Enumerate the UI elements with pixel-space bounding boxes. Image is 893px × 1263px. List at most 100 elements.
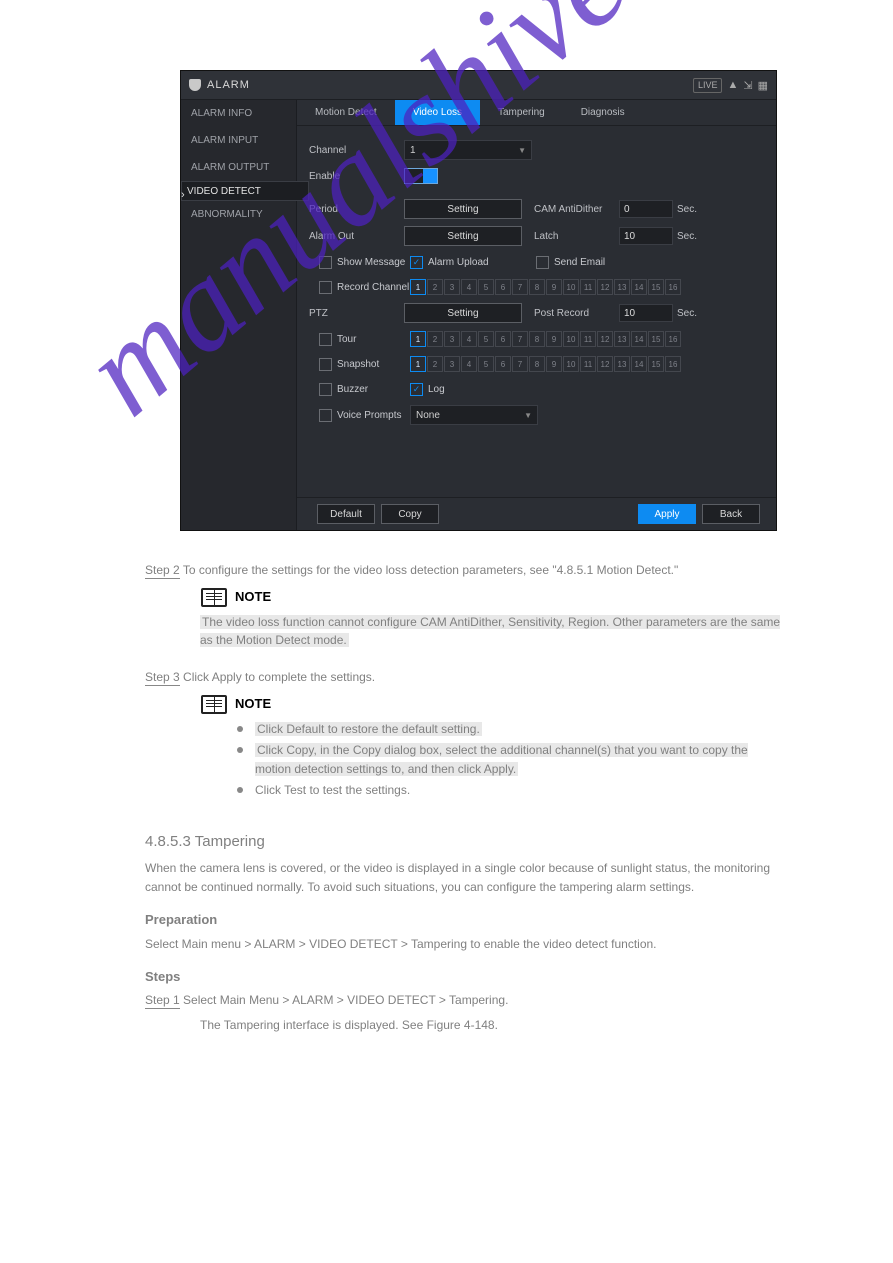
channel-cell-9[interactable]: 9: [546, 331, 562, 347]
post-record-input[interactable]: 10: [619, 304, 673, 322]
channel-cell-13[interactable]: 13: [614, 279, 630, 295]
channel-cell-12[interactable]: 12: [597, 356, 613, 372]
channel-cell-3[interactable]: 3: [444, 279, 460, 295]
back-button[interactable]: Back: [702, 504, 760, 524]
channel-cell-4[interactable]: 4: [461, 356, 477, 372]
channel-cell-3[interactable]: 3: [444, 331, 460, 347]
channel-cell-5[interactable]: 5: [478, 331, 494, 347]
snapshot-checkbox[interactable]: [319, 358, 332, 371]
label-latch: Latch: [534, 231, 619, 242]
tour-channel-grid[interactable]: 12345678910111213141516: [410, 331, 681, 347]
step-1: Step 1 Select Main Menu > ALARM > VIDEO …: [145, 991, 785, 1010]
cam-antidither-input[interactable]: 0: [619, 200, 673, 218]
channel-cell-5[interactable]: 5: [478, 356, 494, 372]
channel-cell-3[interactable]: 3: [444, 356, 460, 372]
channel-cell-15[interactable]: 15: [648, 331, 664, 347]
tab-video-loss[interactable]: Video Loss: [395, 100, 480, 125]
channel-cell-7[interactable]: 7: [512, 331, 528, 347]
alarm-upload-checkbox[interactable]: [410, 256, 423, 269]
buzzer-checkbox[interactable]: [319, 383, 332, 396]
channel-cell-13[interactable]: 13: [614, 356, 630, 372]
channel-select[interactable]: 1 ▼: [404, 140, 532, 160]
label-ptz: PTZ: [309, 308, 404, 319]
unit-sec-2: Sec.: [677, 231, 697, 242]
tab-motion-detect[interactable]: Motion Detect: [297, 100, 395, 125]
tour-checkbox[interactable]: [319, 333, 332, 346]
note-2-bullets: Click Default to restore the default set…: [237, 720, 785, 800]
channel-cell-12[interactable]: 12: [597, 279, 613, 295]
unit-sec-1: Sec.: [677, 204, 697, 215]
book-icon: [201, 588, 227, 607]
ptz-setting-button[interactable]: Setting: [404, 303, 522, 323]
sidebar-item-alarm-input[interactable]: ALARM INPUT: [181, 127, 296, 154]
channel-cell-4[interactable]: 4: [461, 279, 477, 295]
channel-cell-2[interactable]: 2: [427, 331, 443, 347]
channel-cell-1[interactable]: 1: [410, 331, 426, 347]
channel-cell-11[interactable]: 11: [580, 356, 596, 372]
sidebar-item-abnormality[interactable]: ABNORMALITY: [181, 201, 296, 228]
channel-cell-14[interactable]: 14: [631, 356, 647, 372]
period-setting-button[interactable]: Setting: [404, 199, 522, 219]
channel-cell-15[interactable]: 15: [648, 279, 664, 295]
sidebar-item-alarm-output[interactable]: ALARM OUTPUT: [181, 154, 296, 181]
channel-cell-16[interactable]: 16: [665, 279, 681, 295]
label-cam-antidither: CAM AntiDither: [534, 204, 619, 215]
channel-cell-7[interactable]: 7: [512, 356, 528, 372]
channel-cell-8[interactable]: 8: [529, 331, 545, 347]
footer-buttons: Default Copy Apply Back: [297, 497, 776, 530]
label-send-email: Send Email: [554, 257, 605, 268]
channel-cell-14[interactable]: 14: [631, 279, 647, 295]
apply-button[interactable]: Apply: [638, 504, 696, 524]
channel-cell-9[interactable]: 9: [546, 279, 562, 295]
voice-prompts-select[interactable]: None ▼: [410, 405, 538, 425]
alarm-window: ALARM LIVE ▲ ⇲ ▦ ALARM INFO ALARM INPUT …: [180, 70, 777, 531]
channel-cell-1[interactable]: 1: [410, 356, 426, 372]
tabs: Motion Detect Video Loss Tampering Diagn…: [297, 100, 776, 126]
channel-cell-16[interactable]: 16: [665, 356, 681, 372]
channel-cell-7[interactable]: 7: [512, 279, 528, 295]
channel-cell-2[interactable]: 2: [427, 279, 443, 295]
channel-cell-1[interactable]: 1: [410, 279, 426, 295]
channel-cell-6[interactable]: 6: [495, 279, 511, 295]
tab-diagnosis[interactable]: Diagnosis: [563, 100, 643, 125]
channel-cell-4[interactable]: 4: [461, 331, 477, 347]
log-checkbox[interactable]: [410, 383, 423, 396]
record-channel-grid[interactable]: 12345678910111213141516: [410, 279, 681, 295]
send-email-checkbox[interactable]: [536, 256, 549, 269]
channel-cell-16[interactable]: 16: [665, 331, 681, 347]
channel-cell-9[interactable]: 9: [546, 356, 562, 372]
channel-cell-10[interactable]: 10: [563, 279, 579, 295]
channel-cell-15[interactable]: 15: [648, 356, 664, 372]
channel-cell-11[interactable]: 11: [580, 279, 596, 295]
channel-cell-10[interactable]: 10: [563, 356, 579, 372]
channel-cell-6[interactable]: 6: [495, 356, 511, 372]
show-message-checkbox[interactable]: [319, 256, 332, 269]
user-icon[interactable]: ▲: [727, 79, 738, 91]
alarm-out-setting-button[interactable]: Setting: [404, 226, 522, 246]
channel-cell-12[interactable]: 12: [597, 331, 613, 347]
tab-tampering[interactable]: Tampering: [480, 100, 563, 125]
channel-cell-11[interactable]: 11: [580, 331, 596, 347]
live-button[interactable]: LIVE: [693, 78, 723, 93]
export-icon[interactable]: ⇲: [743, 79, 752, 92]
label-record-channel: Record Channel: [337, 282, 410, 293]
channel-cell-10[interactable]: 10: [563, 331, 579, 347]
note-label: NOTE: [235, 694, 271, 714]
grid-icon[interactable]: ▦: [758, 79, 768, 92]
voice-prompts-checkbox[interactable]: [319, 409, 332, 422]
enable-toggle[interactable]: [404, 168, 438, 184]
snapshot-channel-grid[interactable]: 12345678910111213141516: [410, 356, 681, 372]
sidebar-item-video-detect[interactable]: VIDEO DETECT: [181, 181, 309, 201]
channel-cell-6[interactable]: 6: [495, 331, 511, 347]
sidebar-item-alarm-info[interactable]: ALARM INFO: [181, 100, 296, 127]
record-channel-checkbox[interactable]: [319, 281, 332, 294]
channel-cell-13[interactable]: 13: [614, 331, 630, 347]
channel-cell-14[interactable]: 14: [631, 331, 647, 347]
channel-cell-2[interactable]: 2: [427, 356, 443, 372]
copy-button[interactable]: Copy: [381, 504, 439, 524]
channel-cell-5[interactable]: 5: [478, 279, 494, 295]
channel-cell-8[interactable]: 8: [529, 356, 545, 372]
channel-cell-8[interactable]: 8: [529, 279, 545, 295]
latch-input[interactable]: 10: [619, 227, 673, 245]
default-button[interactable]: Default: [317, 504, 375, 524]
